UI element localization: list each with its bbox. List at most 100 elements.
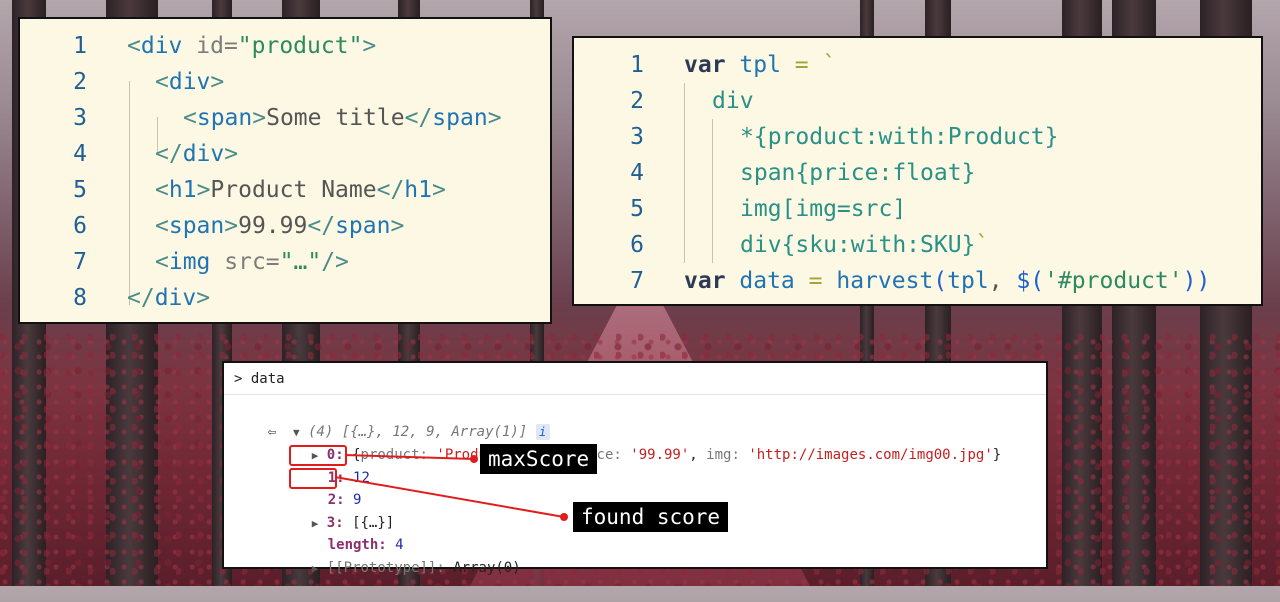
code-token: tpl [739, 52, 795, 78]
code-token: Some title [266, 105, 405, 131]
code-token: div [168, 69, 211, 95]
code-token: div{sku:with:SKU} [740, 232, 976, 258]
code-text: <img src="…"/> [155, 244, 349, 280]
found-score-callout: found score [573, 502, 729, 532]
code-line: 2 div [574, 83, 1261, 119]
code-token: ( [1030, 268, 1045, 294]
code-token: div [154, 285, 197, 311]
return-arrow-icon: ⇦ [267, 424, 277, 440]
code-line: 7 var data = harvest(tpl, $('#product')) [574, 263, 1261, 299]
code-token: div [712, 88, 754, 114]
code-token: </ [307, 213, 336, 239]
code-line: 5 img[img=src] [574, 191, 1261, 227]
code-token: data [739, 268, 809, 294]
code-token: < [155, 249, 169, 275]
code-token: < [183, 105, 197, 131]
code-token: < [155, 69, 169, 95]
code-token: "product" [237, 33, 363, 59]
line-number: 4 [630, 160, 644, 186]
code-token: ` [975, 232, 990, 258]
result-row[interactable]: ⇦ ▼ (4) [{…}, 12, 9, Array(1)] i [234, 399, 550, 440]
code-token: < [127, 33, 141, 59]
code-token: src= [224, 249, 280, 275]
code-text: <h1>Product Name</h1> [155, 172, 446, 208]
array-item-3[interactable]: ▶ 3: [{…}] [278, 490, 395, 531]
code-token: </ [155, 141, 183, 167]
code-token: < [155, 213, 169, 239]
code-line: 8 </div> [20, 280, 550, 316]
code-text: </div> [127, 280, 210, 316]
code-text: div{sku:with:SKU}` [740, 227, 989, 263]
code-line: 1 var tpl = ` [574, 47, 1261, 83]
code-line: 4 span{price:float} [574, 155, 1261, 191]
console-prompt-row[interactable]: > data [224, 363, 1046, 395]
code-token: > [362, 33, 377, 59]
code-token: > [390, 213, 405, 239]
code-token: "…" [279, 249, 322, 275]
code-text: <div id="product"> [127, 28, 376, 64]
line-number: 7 [630, 268, 644, 294]
code-text: <span>Some title</span> [183, 100, 502, 136]
maxscore-highlight-box [289, 445, 347, 466]
code-line: 7 <img src="…"/> [20, 244, 550, 280]
code-token: </ [127, 285, 155, 311]
code-line: 3 <span>Some title</span> [20, 100, 550, 136]
code-token: $ [1016, 268, 1031, 294]
code-token: '#product' [1044, 268, 1183, 294]
code-text: *{product:with:Product} [740, 119, 1059, 155]
line-number: 2 [73, 69, 87, 95]
code-token: ( [933, 268, 948, 294]
line-number: 1 [73, 33, 87, 59]
code-token: 99.99 [238, 213, 308, 239]
html-code-panel: 1 <div id="product"> 2 <div> 3 <span>Some tit… [18, 17, 552, 324]
code-token: > [196, 177, 211, 203]
code-token: )) [1182, 268, 1211, 294]
code-token: span [335, 213, 391, 239]
code-text: <span>99.99</span> [155, 208, 404, 244]
line-number: 2 [630, 88, 644, 114]
line-number: 4 [73, 141, 87, 167]
array-prototype[interactable]: ▶ [[Prototype]]: Array(0) [278, 535, 521, 576]
code-token: h1 [404, 177, 432, 203]
code-text: var tpl = ` [684, 47, 836, 83]
js-code-panel: 1 var tpl = ` 2 div 3 *{product:with:Product}… [572, 36, 1263, 306]
line-number: 6 [73, 213, 87, 239]
code-token: > [252, 105, 267, 131]
code-token: span [168, 213, 225, 239]
array-item-0[interactable]: ▶ 0: {product: 'Product Name', price: '9… [278, 422, 1001, 463]
code-token: </ [376, 177, 405, 203]
code-text: </div> [155, 136, 238, 172]
code-token: div [182, 141, 225, 167]
line-number: 1 [630, 52, 644, 78]
code-token: Product Name [210, 177, 377, 203]
code-line: 2 <div> [20, 64, 550, 100]
code-token: img [168, 249, 225, 275]
code-line: 3 *{product:with:Product} [574, 119, 1261, 155]
line-number: 8 [73, 285, 87, 311]
code-token: > [432, 177, 446, 203]
code-line: 6 div{sku:with:SKU}` [574, 227, 1261, 263]
console-input[interactable]: > data [234, 368, 285, 390]
code-token: var [684, 268, 740, 294]
code-token: div [140, 33, 197, 59]
code-token: span{price:float} [740, 160, 976, 186]
found-score-highlight-box [289, 468, 337, 489]
code-token: = [808, 268, 837, 294]
code-token: tpl [947, 268, 989, 294]
code-token: , [988, 268, 1017, 294]
line-number: 7 [73, 249, 87, 275]
code-token: var [684, 52, 740, 78]
code-token: *{product:with:Product} [740, 124, 1059, 150]
code-text: var data = harvest(tpl, $('#product')) [684, 263, 1210, 299]
line-number: 6 [630, 232, 644, 258]
code-token: = ` [794, 52, 837, 78]
maxscore-callout: maxScore [480, 444, 598, 474]
code-token: id= [196, 33, 238, 59]
code-line: 1 <div id="product"> [20, 28, 550, 64]
code-token: > [196, 285, 211, 311]
code-token: < [155, 177, 169, 203]
code-token: span [432, 105, 488, 131]
code-token: harvest [836, 268, 934, 294]
code-token: span [196, 105, 253, 131]
line-number: 3 [630, 124, 644, 150]
